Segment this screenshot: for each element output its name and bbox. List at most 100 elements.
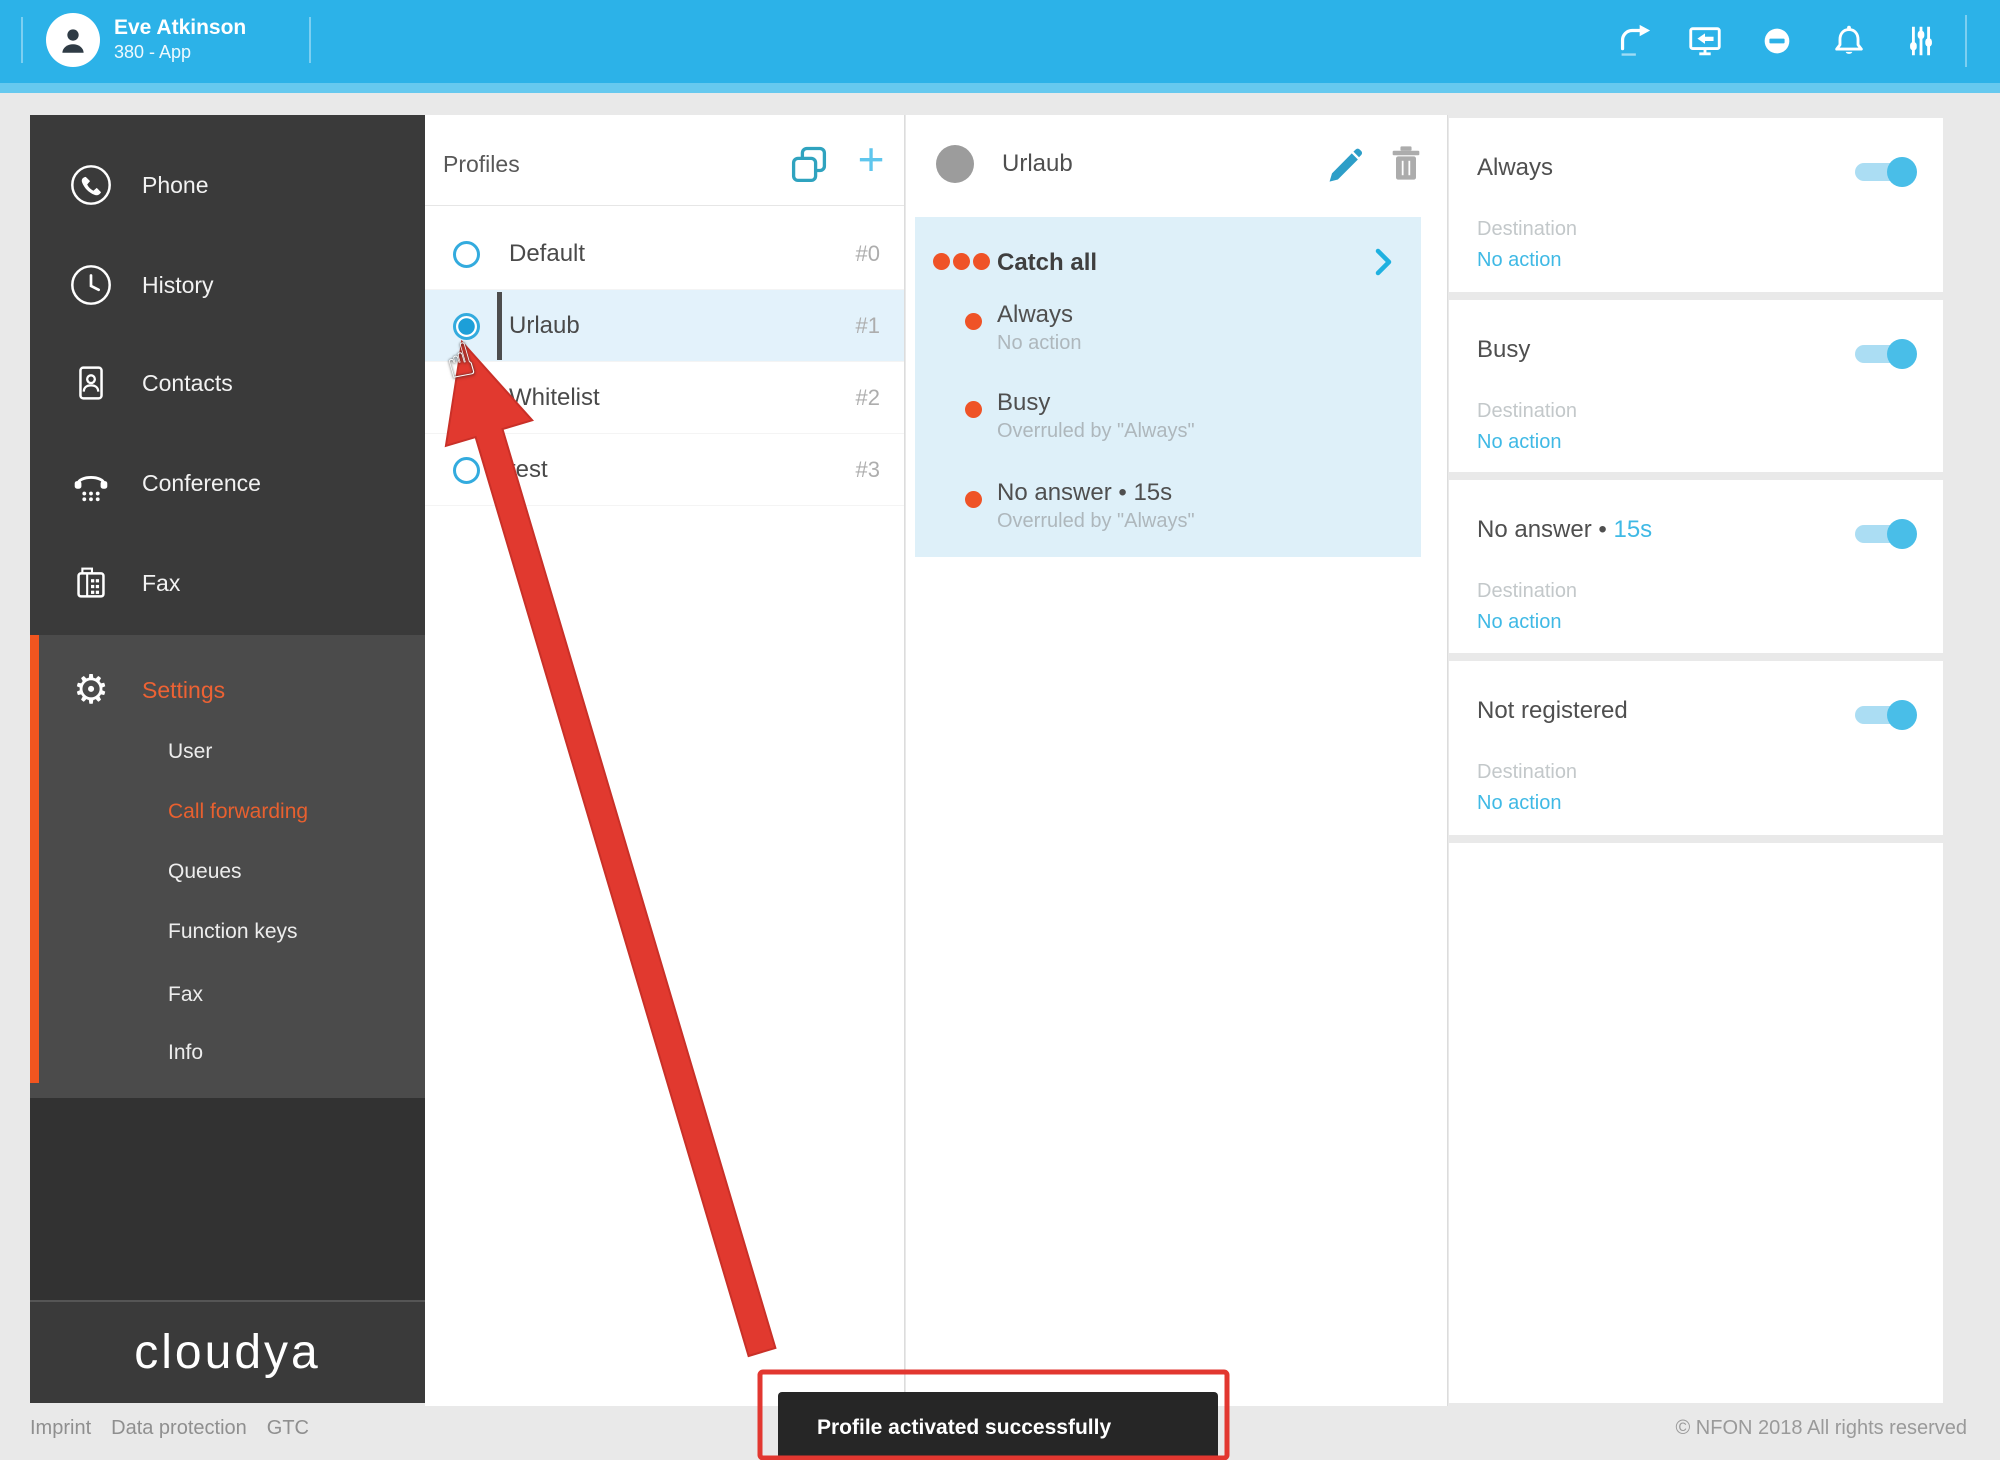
sidebar-item-history[interactable]: History [30,262,425,308]
destination-label: Destination [1477,761,1577,784]
profile-row-whitelist[interactable]: Whitelist #2 [425,362,904,434]
profiles-panel: Profiles + Default #0 Urlaub #1 Whitelis… [425,115,905,1406]
not-registered-toggle[interactable] [1855,695,1917,735]
rule-row-no-answer[interactable]: No answer • 15s Overruled by "Always" [915,479,1421,551]
sidebar-item-conference[interactable]: Conference [30,460,425,506]
rule-row-busy[interactable]: Busy Overruled by "Always" [915,389,1421,461]
sidebar-item-label: Settings [142,667,225,713]
audio-settings-icon[interactable] [1901,21,1941,61]
sidebar: Phone History Contacts [30,115,425,1403]
drop-indicator-line [496,448,500,508]
sidebar-item-queues[interactable]: Queues [168,855,242,889]
avatar[interactable] [46,13,100,67]
profile-name: Whitelist [509,362,600,434]
no-action-link[interactable]: No action [1477,431,1562,454]
profile-radio[interactable] [453,457,480,484]
timeout-value[interactable]: 15s [1613,516,1652,543]
delete-icon[interactable] [1386,143,1426,183]
profile-name: Urlaub [509,290,580,362]
rule-note: Overruled by "Always" [997,510,1195,533]
card-title: No answer • 15s [1477,516,1652,544]
sidebar-item-phone[interactable]: Phone [30,162,425,208]
no-action-link[interactable]: No action [1477,611,1562,634]
footer-links: Imprint Data protection GTC [30,1417,309,1440]
profile-number: #0 [856,218,880,290]
topbar: Eve Atkinson 380 - App [0,0,2000,83]
notifications-icon[interactable] [1829,21,1869,61]
rule-status-dot [965,401,982,418]
gear-icon: ⚙ [68,667,114,713]
no-action-link[interactable]: No action [1477,249,1562,272]
sidebar-item-label: Phone [142,162,209,208]
profiles-title: Profiles [443,151,520,178]
catch-all-icon [933,253,993,275]
profile-radio[interactable] [453,385,480,412]
card-empty-filler [1449,843,1943,1403]
copy-profile-icon[interactable] [787,143,831,187]
profile-number: #1 [856,290,880,362]
logo-block: cloudya [30,1302,425,1403]
sidebar-item-label: Contacts [142,360,233,406]
rule-title: No answer • 15s [997,479,1172,507]
phone-icon [68,162,114,208]
no-answer-toggle[interactable] [1855,514,1917,554]
profile-detail-panel: Urlaub Catch all [906,115,1448,1406]
profile-status-icon [936,145,974,183]
card-not-registered: Not registered Destination No action [1449,661,1943,835]
fax-icon [68,560,114,606]
card-no-answer: No answer • 15s Destination No action [1449,480,1943,653]
no-action-link[interactable]: No action [1477,792,1562,815]
always-toggle[interactable] [1855,152,1917,192]
do-not-disturb-icon[interactable] [1757,21,1797,61]
copyright-text: © NFON 2018 All rights reserved [1675,1417,1967,1440]
sidebar-item-info[interactable]: Info [168,1036,203,1070]
user-extension: 380 - App [114,42,191,63]
imprint-link[interactable]: Imprint [30,1417,91,1440]
conference-icon [68,460,114,506]
chevron-right-icon[interactable] [1373,247,1395,277]
sidebar-item-call-forwarding[interactable]: Call forwarding [168,795,308,829]
cloudya-logo: cloudya [134,1325,320,1380]
card-title: Not registered [1477,697,1628,725]
card-always: Always Destination No action [1449,118,1943,292]
drag-handle-bar [497,292,502,360]
profile-number: #3 [856,434,880,506]
rule-status-dot [965,491,982,508]
cloudya-app: Eve Atkinson 380 - App [0,0,2000,1460]
user-icon [56,23,90,57]
history-icon [68,262,114,308]
profile-row-default[interactable]: Default #0 [425,218,904,290]
forwarding-cards-panel: Always Destination No action Busy Destin… [1449,115,1943,1406]
rule-row-always[interactable]: Always No action [915,301,1421,373]
sidebar-item-function-keys[interactable]: Function keys [168,915,298,949]
detail-title: Urlaub [1002,150,1073,178]
gtc-link[interactable]: GTC [267,1417,309,1440]
data-protection-link[interactable]: Data protection [111,1417,247,1440]
sidebar-item-settings[interactable]: ⚙ Settings [30,667,425,713]
busy-toggle[interactable] [1855,334,1917,374]
topbar-accent-strip [0,83,2000,93]
sidebar-item-user[interactable]: User [168,735,212,769]
add-profile-icon[interactable]: + [849,137,893,181]
catch-all-row[interactable]: Catch all [915,231,1421,291]
sidebar-item-contacts[interactable]: Contacts [30,360,425,406]
sidebar-item-fax[interactable]: Fax [30,560,425,606]
rule-status-dot [965,313,982,330]
edit-icon[interactable] [1324,145,1364,185]
card-title: Always [1477,154,1553,182]
profile-radio-selected[interactable] [453,313,480,340]
rule-title: Always [997,301,1073,329]
sidebar-item-label: Conference [142,460,261,506]
call-forwarding-icon[interactable] [1613,21,1653,61]
card-title: Busy [1477,336,1530,364]
profile-name: test [509,434,548,506]
toast-notification: Profile activated successfully [778,1392,1218,1460]
rule-title: Busy [997,389,1050,417]
screen-share-icon[interactable] [1685,21,1725,61]
sidebar-item-fax-settings[interactable]: Fax [168,978,203,1012]
rule-note: Overruled by "Always" [997,420,1195,443]
toast-message: Profile activated successfully [817,1416,1111,1440]
forwarding-rules-block: Catch all Always No action Busy Overrule… [915,217,1421,557]
profile-radio[interactable] [453,241,480,268]
contacts-icon [68,360,114,406]
